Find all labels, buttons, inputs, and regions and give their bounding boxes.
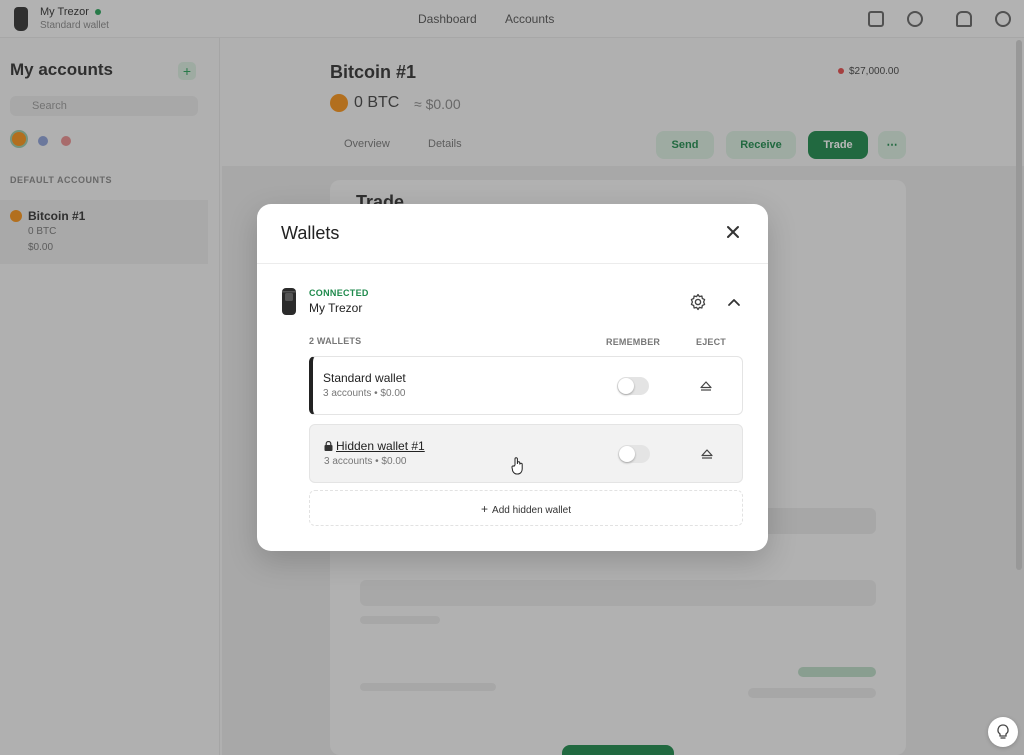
eject-button[interactable] (700, 447, 714, 461)
wallet-name-link[interactable]: Hidden wallet #1 (324, 439, 425, 453)
eject-button[interactable] (699, 379, 713, 393)
trezor-device-icon (281, 288, 297, 315)
lock-icon (324, 441, 333, 451)
wallet-item-hidden[interactable]: Hidden wallet #1 3 accounts • $0.00 (309, 424, 743, 483)
collapse-button[interactable] (726, 294, 742, 310)
modal-title: Wallets (281, 223, 340, 243)
eject-icon (700, 381, 712, 391)
plus-icon: + (481, 502, 489, 516)
add-hidden-wallet-label: Add hidden wallet (492, 505, 571, 516)
gear-icon (690, 293, 706, 311)
hand-cursor-icon (511, 457, 525, 475)
eject-icon (701, 449, 713, 459)
toggle-knob (618, 378, 634, 394)
wallet-name: Hidden wallet #1 (336, 439, 425, 453)
remember-header: REMEMBER (606, 337, 661, 347)
wallets-modal: Wallets CONNECTED My Trezor 2 WALLETS RE… (257, 204, 768, 551)
device-settings-button[interactable] (689, 293, 707, 311)
eject-header: EJECT (696, 337, 727, 347)
close-icon (727, 226, 739, 238)
device-name: My Trezor (309, 301, 363, 315)
toggle-knob (619, 446, 635, 462)
divider (257, 263, 768, 264)
remember-toggle[interactable] (617, 377, 649, 395)
wallets-count-header: 2 WALLETS (309, 336, 362, 346)
wallet-summary: 3 accounts • $0.00 (324, 456, 407, 467)
chevron-up-icon (728, 299, 740, 306)
wallet-item-standard[interactable]: Standard wallet 3 accounts • $0.00 (309, 356, 743, 415)
close-button[interactable] (723, 222, 743, 242)
lightbulb-icon (997, 724, 1009, 739)
add-hidden-wallet-button[interactable]: + Add hidden wallet (309, 490, 743, 526)
connection-status: CONNECTED (309, 288, 369, 298)
tips-button[interactable] (988, 717, 1018, 747)
wallet-summary: 3 accounts • $0.00 (323, 388, 406, 399)
wallet-name: Standard wallet (323, 371, 406, 385)
remember-toggle[interactable] (618, 445, 650, 463)
